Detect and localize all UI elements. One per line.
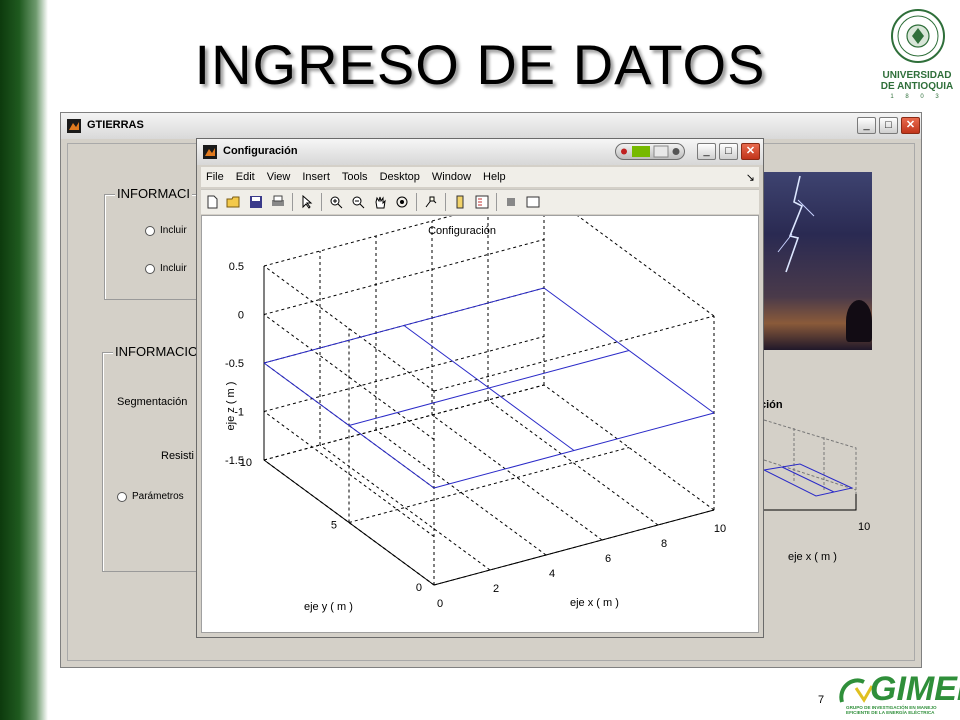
matlab-icon <box>203 145 217 159</box>
grid-conductor-line <box>543 287 715 414</box>
grid-line <box>319 444 491 571</box>
background-plot: ción 10 eje x ( m ) <box>760 399 870 563</box>
save-icon[interactable] <box>246 192 266 212</box>
colorbar-icon[interactable] <box>450 192 470 212</box>
z-tick-label: 0.5 <box>229 261 244 273</box>
university-name: UNIVERSIDAD DE ANTIOQUIA <box>880 70 954 92</box>
y-tick-label: 0 <box>416 582 422 594</box>
grid-line <box>431 414 603 541</box>
include-radio-2[interactable]: Incluir <box>145 263 187 274</box>
page-number: 7 <box>818 694 825 706</box>
select-arrow-icon[interactable] <box>297 192 317 212</box>
menu-window[interactable]: Window <box>432 171 471 183</box>
panel-title: INFORMACIO <box>113 344 201 359</box>
x-axis-line <box>433 509 715 586</box>
x-tick-label: 10 <box>714 523 726 535</box>
x-tick-label: 6 <box>605 553 611 565</box>
nvidia-widget[interactable] <box>615 143 685 160</box>
gimel-logo-text: GIMEL <box>870 670 960 708</box>
bg-plot-tick: 10 <box>858 521 870 533</box>
grid-line <box>263 190 545 267</box>
toolbar-separator <box>292 193 293 211</box>
legend-icon[interactable] <box>472 192 492 212</box>
bg-plot-xlabel: eje x ( m ) <box>788 551 837 563</box>
zoom-out-icon[interactable] <box>348 192 368 212</box>
gtierras-titlebar[interactable]: GTIERRAS _ □ ✕ <box>61 113 921 139</box>
include-radio-1[interactable]: Incluir <box>145 225 187 236</box>
close-button[interactable]: ✕ <box>901 117 920 134</box>
figure-toolbar <box>201 189 759 214</box>
toolbar-separator <box>496 193 497 211</box>
toolbar-separator <box>416 193 417 211</box>
3d-chart: 024681005100.50-0.5-1-1.5 Configuración … <box>225 190 726 613</box>
radio-circle-icon[interactable] <box>145 225 155 236</box>
pan-hand-icon[interactable] <box>370 192 390 212</box>
menu-desktop[interactable]: Desktop <box>380 171 420 183</box>
dock-arrow-icon[interactable]: ↘ <box>746 171 755 184</box>
radio-circle-icon[interactable] <box>117 491 127 502</box>
z-tick-label: -1.5 <box>225 455 244 467</box>
z-tick-label: -0.5 <box>225 358 244 370</box>
data-cursor-icon[interactable] <box>421 192 441 212</box>
window-title: GTIERRAS <box>87 119 144 131</box>
menu-file[interactable]: File <box>206 171 224 183</box>
menu-bar: File Edit View Insert Tools Desktop Wind… <box>201 167 759 187</box>
z-axis-label: eje z ( m ) <box>225 382 237 431</box>
figure-titlebar[interactable]: Configuración _ □ ✕ <box>197 139 763 165</box>
y-tick-label: 5 <box>331 520 337 532</box>
menu-view[interactable]: View <box>267 171 291 183</box>
panel-title: INFORMACI <box>115 186 192 201</box>
menu-tools[interactable]: Tools <box>342 171 368 183</box>
box-edge <box>543 190 715 317</box>
menu-edit[interactable]: Edit <box>236 171 255 183</box>
print-icon[interactable] <box>268 192 288 212</box>
grid-line <box>263 336 545 412</box>
x-tick-label: 2 <box>493 583 499 595</box>
matlab-icon <box>67 119 81 133</box>
x-axis-label: eje x ( m ) <box>570 597 619 609</box>
grid-line <box>348 447 630 523</box>
tree-silhouette <box>846 300 872 342</box>
toolbar-separator <box>321 193 322 211</box>
y-axis-label: eje y ( m ) <box>304 601 353 613</box>
new-figure-icon[interactable] <box>202 192 222 212</box>
slide-title: INGRESO DE DATOS <box>194 33 766 96</box>
figure-title: Configuración <box>223 145 298 157</box>
university-year: 1 8 0 3 <box>890 94 944 100</box>
configuracion-window: Configuración _ □ ✕ File Edit View Inser… <box>196 138 764 638</box>
menu-insert[interactable]: Insert <box>302 171 330 183</box>
menu-help[interactable]: Help <box>483 171 506 183</box>
chart-title: Configuración <box>428 225 496 237</box>
open-file-icon[interactable] <box>224 192 244 212</box>
box-edge <box>433 315 715 392</box>
maximize-button[interactable]: □ <box>879 117 898 134</box>
x-tick-label: 0 <box>437 598 443 610</box>
x-tick-label: 8 <box>661 538 667 550</box>
hide-tools-icon[interactable] <box>501 192 521 212</box>
grid-line <box>263 239 545 315</box>
grid-line <box>263 384 545 461</box>
radio-circle-icon[interactable] <box>145 263 155 274</box>
x-tick-label: 4 <box>549 568 555 580</box>
gimel-subtitle: GRUPO DE INVESTIGACIÓN EN MANEJO EFICIEN… <box>846 705 937 715</box>
show-tools-icon[interactable] <box>523 192 543 212</box>
figure-close-button[interactable]: ✕ <box>741 143 760 160</box>
figure-maximize-button[interactable]: □ <box>719 143 738 160</box>
green-side-bar <box>0 0 48 720</box>
plot-area: 0 2 4 6 8 10 0 5 10 0.5 0 -0.5 -1 -1.5 Configuración … <box>201 190 759 633</box>
zoom-in-icon[interactable] <box>326 192 346 212</box>
toolbar-separator <box>445 193 446 211</box>
z-tick-label: 0 <box>238 310 244 322</box>
minimize-button[interactable]: _ <box>857 117 876 134</box>
parameters-radio[interactable]: Parámetros <box>117 491 184 502</box>
grid-line <box>487 399 659 526</box>
segmentation-label: Segmentación <box>117 396 188 408</box>
figure-minimize-button[interactable]: _ <box>697 143 716 160</box>
rotate-3d-icon[interactable] <box>392 192 412 212</box>
resistivity-label: Resisti <box>161 450 195 462</box>
